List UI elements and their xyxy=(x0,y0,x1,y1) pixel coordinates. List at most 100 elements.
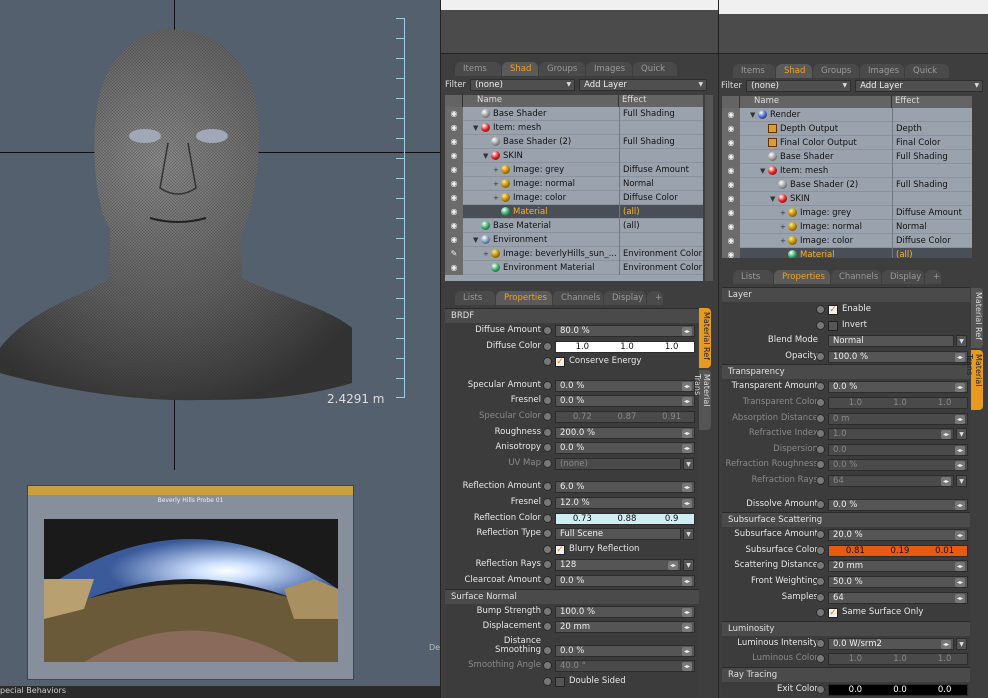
section-header-brdf[interactable]: BRDF xyxy=(445,308,699,323)
animate-dot[interactable] xyxy=(543,661,552,671)
color-channel[interactable]: 0.01 xyxy=(922,546,967,557)
color-channel[interactable]: 1.0 xyxy=(605,342,650,353)
eye-visibility-icon[interactable]: ◉ xyxy=(722,149,740,164)
tab-shad[interactable]: Shad ... xyxy=(776,64,812,86)
same-surface-only-checkbox[interactable]: ✓ xyxy=(828,608,838,619)
color-channel[interactable]: 0.88 xyxy=(605,514,650,525)
eye-visibility-icon[interactable]: ◉ xyxy=(445,106,463,121)
spinner-icon[interactable]: ◂▸ xyxy=(668,561,678,571)
tab-groups[interactable]: Groups xyxy=(813,64,859,78)
reflection-rays-field[interactable]: 128 ◂▸ xyxy=(555,559,681,572)
dropdown-arrow-icon[interactable]: ▼ xyxy=(956,428,967,441)
smoothing-field[interactable]: 0.0 % ◂▸ xyxy=(555,644,695,657)
animate-dot[interactable] xyxy=(543,482,552,492)
blend-mode-field[interactable]: Normal xyxy=(828,335,954,348)
color-channel[interactable]: 0.72 xyxy=(560,412,605,423)
color-channel[interactable]: 1.0 xyxy=(649,342,694,353)
spinner-icon[interactable]: ◂▸ xyxy=(941,639,951,649)
spinner-icon[interactable]: ◂▸ xyxy=(682,444,692,454)
animate-dot[interactable] xyxy=(543,676,552,686)
tab-properties[interactable]: Properties xyxy=(774,270,830,284)
transparent-amount-field[interactable]: 0.0 % ◂▸ xyxy=(828,381,968,394)
spinner-icon[interactable]: ◂▸ xyxy=(682,483,692,493)
side-tab-material-ref[interactable]: Material Ref xyxy=(699,308,711,368)
tab-quick[interactable]: Quick ... xyxy=(905,64,949,86)
tree-row-material[interactable]: ◉ Material (all) xyxy=(722,247,972,258)
spinner-icon[interactable]: ◂▸ xyxy=(955,577,965,587)
spinner-icon[interactable]: ◂▸ xyxy=(955,562,965,572)
animate-dot[interactable] xyxy=(816,654,825,664)
color-channel[interactable]: 0.87 xyxy=(605,412,650,423)
color-channel[interactable]: 0.19 xyxy=(878,546,923,557)
animate-dot[interactable] xyxy=(543,357,552,367)
tree-row-image-normal[interactable]: ◉ + Image: normal Normal xyxy=(722,219,972,234)
spinner-icon[interactable]: ◂▸ xyxy=(955,414,965,424)
eye-visibility-icon[interactable]: ◉ xyxy=(722,219,740,234)
expand-plus-icon[interactable]: + xyxy=(780,206,788,220)
tree-scrollbar[interactable] xyxy=(705,95,713,281)
eye-visibility-icon[interactable]: ◉ xyxy=(445,148,463,163)
scattering-distance-field[interactable]: 20 mm ◂▸ xyxy=(828,560,968,573)
tab-lists[interactable]: Lists xyxy=(733,270,773,284)
samples-field[interactable]: 64 ◂▸ xyxy=(828,591,968,604)
dissolve-amount-field[interactable]: 0.0 % ◂▸ xyxy=(828,498,968,511)
dropdown-arrow-icon[interactable]: ▼ xyxy=(683,559,694,572)
animate-dot[interactable] xyxy=(816,413,825,423)
eye-visibility-icon[interactable]: ◉ xyxy=(722,233,740,248)
tree-row-environment-material[interactable]: ◉ Environment Material Environment Color xyxy=(445,260,703,275)
eye-visibility-icon[interactable]: ◉ xyxy=(445,134,463,149)
shader-tree[interactable]: Name Effect ◉ Base Shader Full Shading ◉ ▼ Item… xyxy=(445,95,703,281)
expand-arrow-icon[interactable]: ▼ xyxy=(770,192,778,206)
color-channel[interactable]: 1.0 xyxy=(878,654,923,665)
spinner-icon[interactable]: ◂▸ xyxy=(682,662,692,672)
animate-dot[interactable] xyxy=(816,320,825,330)
displacement-distance-field[interactable]: 20 mm ◂▸ xyxy=(555,621,695,634)
add-layer-dropdown[interactable]: Add Layer xyxy=(855,80,984,92)
side-tab-material-trans[interactable]: Material Trans xyxy=(965,350,983,410)
dropdown-arrow-icon[interactable]: ▼ xyxy=(956,474,967,487)
animate-dot[interactable] xyxy=(816,545,825,555)
animate-dot[interactable] xyxy=(816,576,825,586)
tree-row-base-shader[interactable]: ◉ Base Shader Full Shading xyxy=(722,149,972,164)
refraction-roughness-field[interactable]: 0.0 % ◂▸ xyxy=(828,459,968,472)
animate-dot[interactable] xyxy=(816,475,825,485)
reflection-color-field[interactable]: 0.73 0.88 0.9 xyxy=(555,512,695,525)
subsurface-color-field[interactable]: 0.81 0.19 0.01 xyxy=(828,544,968,557)
animate-dot[interactable] xyxy=(816,351,825,361)
animate-dot[interactable] xyxy=(543,326,552,335)
bump-strength-field[interactable]: 100.0 % ◂▸ xyxy=(555,605,695,618)
spinner-icon[interactable]: ◂▸ xyxy=(955,383,965,393)
animate-dot[interactable] xyxy=(543,560,552,570)
color-channel[interactable]: 0.81 xyxy=(833,546,878,557)
expand-plus-icon[interactable]: + xyxy=(493,177,501,191)
tree-row-base-shader-2[interactable]: ◉ Base Shader (2) Full Shading xyxy=(445,134,703,149)
spinner-icon[interactable]: ◂▸ xyxy=(941,430,951,440)
luminous-color-field[interactable]: 1.0 1.0 1.0 xyxy=(828,653,968,666)
clearcoat-amount-field[interactable]: 0.0 % ◂▸ xyxy=(555,574,695,587)
animate-dot[interactable] xyxy=(543,645,552,655)
color-channel[interactable]: 0.0 xyxy=(878,685,923,696)
spinner-icon[interactable]: ◂▸ xyxy=(682,623,692,633)
eye-visibility-icon[interactable]: ◉ xyxy=(445,120,463,135)
subsurface-amount-field[interactable]: 20.0 % ◂▸ xyxy=(828,529,968,542)
tree-row-image-color[interactable]: ◉ + Image: color Diffuse Color xyxy=(722,233,972,248)
reflection-type-field[interactable]: Full Scene xyxy=(555,528,681,541)
exit-color-field[interactable]: 0.0 0.0 0.0 xyxy=(828,683,968,696)
section-header-subsurface-scattering[interactable]: Subsurface Scattering xyxy=(722,512,970,528)
double-sided-checkbox[interactable] xyxy=(555,676,565,687)
animate-dot[interactable] xyxy=(816,444,825,454)
animate-dot[interactable] xyxy=(543,443,552,453)
enable-checkbox[interactable]: ✓ xyxy=(828,305,838,315)
spinner-icon[interactable]: ◂▸ xyxy=(955,445,965,455)
animate-dot[interactable] xyxy=(543,544,552,554)
animate-dot[interactable] xyxy=(816,684,825,694)
tree-row-image-beverlyhills-sun[interactable]: ✎ + Image: beverlyHills_sun_... Environment… xyxy=(445,246,703,261)
fresnel-field[interactable]: 12.0 % ◂▸ xyxy=(555,496,695,509)
spinner-icon[interactable]: ◂▸ xyxy=(955,531,965,541)
color-channel[interactable]: 1.0 xyxy=(922,398,967,409)
tree-row-render[interactable]: ◉ ▼ Render xyxy=(722,107,972,122)
tree-row-skin[interactable]: ◉ ▼ SKIN xyxy=(722,191,972,206)
section-header-ray-tracing[interactable]: Ray Tracing xyxy=(722,666,970,682)
tree-row-base-material[interactable]: ◉ Base Material (all) xyxy=(445,218,703,233)
animate-dot[interactable] xyxy=(816,305,825,314)
